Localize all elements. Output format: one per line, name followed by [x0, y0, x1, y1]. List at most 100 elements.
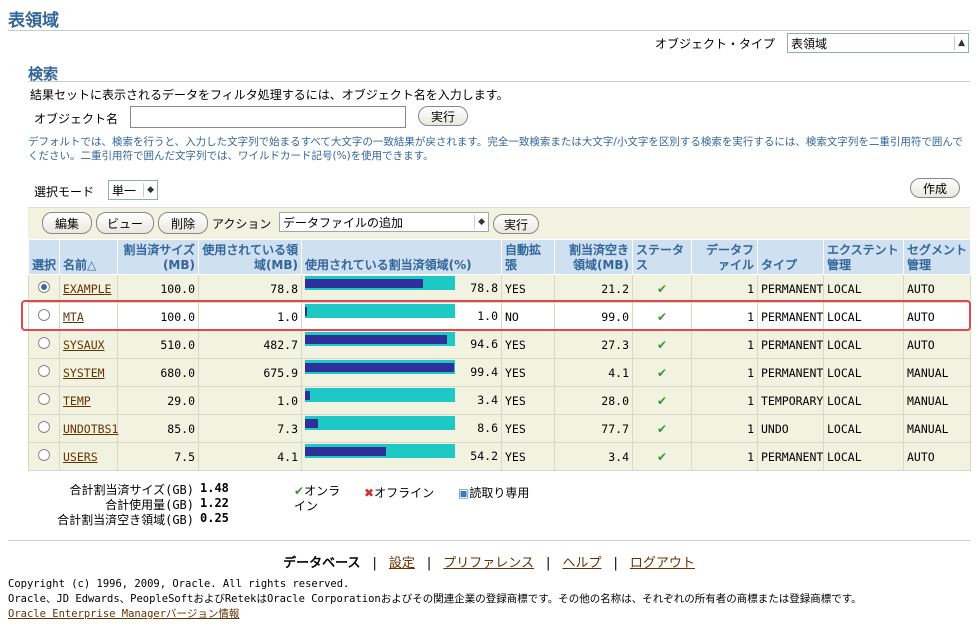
tablespace-name-link[interactable]: UNDOTBS1	[63, 422, 118, 436]
datafiles-cell: 1	[691, 330, 758, 359]
footer-help-link[interactable]: ヘルプ	[562, 556, 601, 571]
select-radio[interactable]	[38, 449, 50, 461]
col-header-used-pct[interactable]: 使用されている割当済領域(%)	[301, 239, 502, 275]
tablespace-name-link[interactable]: EXAMPLE	[63, 282, 111, 296]
extent-mgmt-cell: LOCAL	[823, 330, 904, 359]
usage-bar-fill	[305, 362, 454, 372]
selection-mode-select[interactable]: 単一 ◆	[108, 180, 158, 200]
action-value: データファイルの追加	[283, 215, 404, 230]
row-select-cell[interactable]	[28, 330, 60, 359]
used-cell: 7.3	[198, 414, 302, 443]
status-cell: ✔	[632, 274, 692, 303]
footer-links: データベース | 設定 | プリファレンス | ヘルプ | ログアウト	[283, 556, 695, 571]
free-cell: 77.7	[554, 414, 633, 443]
table-row[interactable]: UNDOTBS1 85.0 7.3 8.6 YES 77.7 ✔ 1 UNDO …	[28, 414, 971, 443]
readonly-icon: ▣	[458, 486, 470, 500]
col-header-used[interactable]: 使用されている領域(MB)	[198, 239, 302, 275]
row-select-cell[interactable]	[28, 274, 60, 303]
view-button[interactable]: ビュー	[96, 212, 154, 234]
select-radio[interactable]	[38, 393, 50, 405]
online-check-icon: ✔	[656, 421, 668, 436]
tablespace-name-cell: UNDOTBS1	[59, 414, 118, 443]
col-header-name[interactable]: 名前△	[59, 239, 118, 275]
online-check-icon: ✔	[656, 365, 668, 380]
tablespace-name-link[interactable]: SYSAUX	[63, 338, 105, 352]
select-radio[interactable]	[38, 337, 50, 349]
tablespace-name-link[interactable]: TEMP	[63, 394, 91, 408]
object-name-input[interactable]	[130, 106, 406, 128]
col-header-segment[interactable]: セグメント管理	[903, 239, 971, 275]
segment-mgmt-cell: MANUAL	[903, 414, 971, 443]
table-row[interactable]: EXAMPLE 100.0 78.8 78.8 YES 21.2 ✔ 1 PER…	[28, 274, 971, 303]
row-select-cell[interactable]	[28, 386, 60, 415]
online-check-icon: ✔	[656, 449, 668, 464]
search-instruction: 結果セットに表示されるデータをフィルタ処理するには、オブジェクト名を入力します。	[30, 88, 509, 102]
usage-bar-fill	[305, 334, 447, 344]
action-select[interactable]: データファイルの追加 ◆	[279, 212, 489, 232]
allocated-cell: 7.5	[117, 442, 199, 471]
datafiles-cell: 1	[691, 358, 758, 387]
delete-button[interactable]: 削除	[158, 212, 208, 234]
object-type-label: オブジェクト・タイプ	[655, 37, 776, 51]
datafiles-cell: 1	[691, 386, 758, 415]
col-header-autoextend[interactable]: 自動拡張	[501, 239, 555, 275]
col-header-free[interactable]: 割当済空き領域(MB)	[554, 239, 633, 275]
footer-logout-link[interactable]: ログアウト	[630, 556, 695, 571]
select-radio[interactable]	[38, 421, 50, 433]
col-header-allocated[interactable]: 割当済サイズ(MB)	[117, 239, 199, 275]
status-cell: ✔	[632, 386, 692, 415]
segment-mgmt-cell: MANUAL	[903, 358, 971, 387]
usage-bar	[305, 387, 455, 402]
object-name-label: オブジェクト名	[34, 112, 119, 126]
footer-database-link[interactable]: データベース	[283, 556, 360, 571]
col-header-status[interactable]: ステータス	[632, 239, 692, 275]
status-cell: ✔	[632, 358, 692, 387]
create-button[interactable]: 作成	[910, 178, 960, 198]
selection-mode-label: 選択モード	[34, 185, 95, 199]
col-header-select: 選択	[28, 239, 60, 275]
tablespace-name-cell: SYSAUX	[59, 330, 118, 359]
col-header-type[interactable]: タイプ	[757, 239, 824, 275]
tablespace-name-cell: EXAMPLE	[59, 274, 118, 303]
action-execute-button[interactable]: 実行	[493, 214, 539, 234]
table-row[interactable]: TEMP 29.0 1.0 3.4 YES 28.0 ✔ 1 TEMPORARY…	[28, 386, 971, 415]
used-cell: 4.1	[198, 442, 302, 471]
select-radio[interactable]	[38, 365, 50, 377]
used-pct-value: 78.8	[470, 281, 498, 295]
row-select-cell[interactable]	[28, 414, 60, 443]
select-radio[interactable]	[38, 281, 50, 293]
table-row[interactable]: SYSAUX 510.0 482.7 94.6 YES 27.3 ✔ 1 PER…	[28, 330, 971, 359]
status-cell: ✔	[632, 414, 692, 443]
used-cell: 482.7	[198, 330, 302, 359]
segment-mgmt-cell: AUTO	[903, 274, 971, 303]
used-pct-cell: 8.6	[301, 414, 502, 443]
search-go-button[interactable]: 実行	[418, 106, 468, 126]
tablespace-name-link[interactable]: USERS	[63, 450, 98, 464]
footer-preferences-link[interactable]: プリファレンス	[443, 556, 534, 571]
row-select-cell[interactable]	[28, 358, 60, 387]
datafiles-cell: 1	[691, 414, 758, 443]
total-free-label: 合計割当済空き領域(GB)	[57, 513, 194, 527]
extent-mgmt-cell: LOCAL	[823, 358, 904, 387]
extent-mgmt-cell: LOCAL	[823, 442, 904, 471]
used-pct-value: 54.2	[470, 449, 498, 463]
autoextend-cell: YES	[501, 414, 555, 443]
segment-mgmt-cell: AUTO	[903, 330, 971, 359]
col-header-datafiles[interactable]: データファイル	[691, 239, 758, 275]
used-cell: 78.8	[198, 274, 302, 303]
copyright-text: Copyright (c) 1996, 2009, Oracle. All ri…	[8, 578, 350, 590]
version-info-link[interactable]: Oracle Enterprise Managerバージョン情報	[8, 608, 239, 620]
status-cell: ✔	[632, 442, 692, 471]
action-label: アクション	[212, 217, 272, 231]
row-select-cell[interactable]	[28, 442, 60, 471]
object-type-select[interactable]: 表領域 ▲	[787, 33, 969, 53]
footer-setup-link[interactable]: 設定	[389, 556, 415, 571]
col-header-extent[interactable]: エクステント管理	[823, 239, 904, 275]
table-row[interactable]: USERS 7.5 4.1 54.2 YES 3.4 ✔ 1 PERMANENT…	[28, 442, 971, 471]
table-row[interactable]: SYSTEM 680.0 675.9 99.4 YES 4.1 ✔ 1 PERM…	[28, 358, 971, 387]
tablespace-name-link[interactable]: SYSTEM	[63, 366, 105, 380]
summary-totals: 合計割当済サイズ(GB) 1.48 合計使用量(GB) 1.22 合計割当済空き領域…	[48, 481, 238, 527]
edit-button[interactable]: 編集	[42, 212, 92, 234]
tablespace-name-cell: TEMP	[59, 386, 118, 415]
type-cell: TEMPORARY	[757, 386, 824, 415]
